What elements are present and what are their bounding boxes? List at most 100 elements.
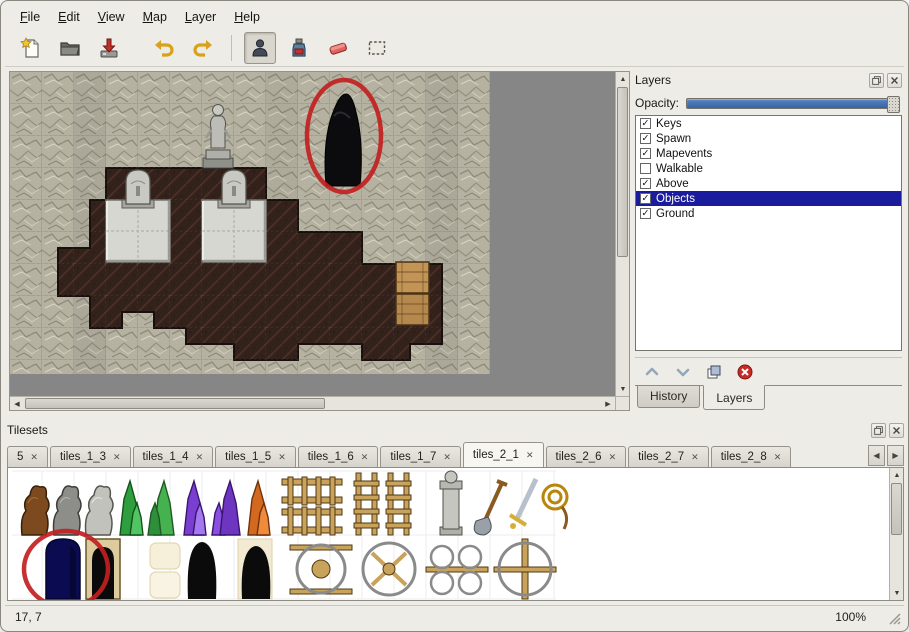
tileset-canvas[interactable] xyxy=(10,469,890,601)
tile-sword xyxy=(510,479,536,529)
layer-row-ground[interactable]: ✓ Ground xyxy=(636,206,901,221)
chevron-up-icon xyxy=(643,363,661,381)
layer-list[interactable]: ✓ Keys✓Spawn✓Mapevents Walkable✓Above✓Obje… xyxy=(635,115,902,351)
menu-item-layer[interactable]: Layer xyxy=(176,7,225,27)
tab-close-icon[interactable]: ✕ xyxy=(691,452,699,463)
fill-tool-button[interactable] xyxy=(283,32,315,64)
layer-actions xyxy=(635,357,902,385)
tab-close-icon[interactable]: ✕ xyxy=(526,450,534,461)
close-tilesets-button[interactable] xyxy=(889,423,904,438)
tab-close-icon[interactable]: ✕ xyxy=(278,452,286,463)
tile-track-wheel-a xyxy=(290,545,352,594)
tileset-tab-tiles_2_6[interactable]: tiles_2_6✕ xyxy=(546,446,627,467)
tileset-tab-tiles_1_6[interactable]: tiles_1_6✕ xyxy=(298,446,379,467)
tab-history[interactable]: History xyxy=(637,386,700,408)
layer-label: Keys xyxy=(656,118,682,130)
tileset-tab-tiles_2_8[interactable]: tiles_2_8✕ xyxy=(711,446,792,467)
map-canvas[interactable] xyxy=(10,72,490,374)
menu-item-edit[interactable]: Edit xyxy=(49,7,89,27)
h-scrollbar-thumb[interactable] xyxy=(25,398,325,409)
layer-label: Ground xyxy=(656,208,694,220)
menu-item-map[interactable]: Map xyxy=(134,7,176,27)
redo-icon xyxy=(191,36,215,60)
tab-close-icon[interactable]: ✕ xyxy=(609,452,617,463)
layer-checkbox[interactable]: ✓ xyxy=(640,133,651,144)
layer-row-keys[interactable]: ✓ Keys xyxy=(636,116,901,131)
move-layer-down-button[interactable] xyxy=(670,360,696,384)
entity-tool-button[interactable] xyxy=(244,32,276,64)
tileset-tab-tiles_1_7[interactable]: tiles_1_7✕ xyxy=(380,446,461,467)
ink-bottle-icon xyxy=(287,36,311,60)
save-map-button[interactable] xyxy=(93,32,125,64)
select-tool-button[interactable] xyxy=(361,32,393,64)
layer-row-mapevents[interactable]: ✓Mapevents xyxy=(636,146,901,161)
delete-layer-button[interactable] xyxy=(732,360,758,384)
open-map-button[interactable] xyxy=(54,32,86,64)
opacity-slider[interactable] xyxy=(686,98,900,109)
undo-icon xyxy=(152,36,176,60)
eraser-icon xyxy=(326,36,350,60)
tileset-tab-tiles_2_7[interactable]: tiles_2_7 ✕ xyxy=(628,446,709,467)
layer-checkbox[interactable]: ✓ xyxy=(640,193,651,204)
scroll-right-arrow[interactable]: ▶ xyxy=(601,397,615,411)
tab-label: tiles_2_7 xyxy=(638,451,684,463)
layer-label: Walkable xyxy=(656,163,703,175)
scroll-up-arrow[interactable]: ▲ xyxy=(616,72,630,86)
redo-button[interactable] xyxy=(187,32,219,64)
tile-shovel xyxy=(474,481,507,535)
tileset-content[interactable]: ▲ ▼ xyxy=(7,467,904,601)
tab-close-icon[interactable]: ✕ xyxy=(774,452,782,463)
map-viewport[interactable]: ◀ ▶ ▲ ▼ xyxy=(9,71,630,411)
scroll-down-arrow[interactable]: ▼ xyxy=(616,382,630,396)
tab-close-icon[interactable]: ✕ xyxy=(361,452,369,463)
layer-checkbox[interactable]: ✓ xyxy=(640,118,651,129)
tab-close-icon[interactable]: ✕ xyxy=(196,452,204,463)
tile-brown-rock xyxy=(22,486,50,535)
tileset-tab-tiles_1_5[interactable]: tiles_1_5✕ xyxy=(215,446,296,467)
layer-checkbox[interactable]: ✓ xyxy=(640,178,651,189)
tab-close-icon[interactable]: ✕ xyxy=(113,452,121,463)
menu-item-view[interactable]: View xyxy=(89,7,134,27)
layer-row-above[interactable]: ✓Above xyxy=(636,176,901,191)
eraser-tool-button[interactable] xyxy=(322,32,354,64)
detach-panel-button[interactable] xyxy=(869,73,884,88)
tab-close-icon[interactable]: ✕ xyxy=(30,452,38,463)
undo-button[interactable] xyxy=(148,32,180,64)
tab-scroll-left-button[interactable]: ◀ xyxy=(868,445,885,466)
tileset-scrollbar[interactable]: ▲ ▼ xyxy=(889,468,903,600)
layer-row-walkable[interactable]: Walkable xyxy=(636,161,901,176)
tile-white-rock xyxy=(86,486,114,535)
v-scrollbar-thumb[interactable] xyxy=(617,87,628,257)
duplicate-layer-button[interactable] xyxy=(701,360,727,384)
map-v-scrollbar[interactable]: ▲ ▼ xyxy=(615,72,629,396)
tab-scroll-right-button[interactable]: ▶ xyxy=(887,445,904,466)
selection-rectangle-icon xyxy=(365,36,389,60)
new-map-button[interactable] xyxy=(15,32,47,64)
layer-row-spawn[interactable]: ✓Spawn xyxy=(636,131,901,146)
tab-label: 5 xyxy=(17,451,23,463)
scroll-up-arrow[interactable]: ▲ xyxy=(890,468,904,482)
layer-checkbox[interactable]: ✓ xyxy=(640,148,651,159)
tileset-scrollbar-thumb[interactable] xyxy=(891,483,902,535)
layer-row-objects[interactable]: ✓Objects xyxy=(636,191,901,206)
tile-cave-entrance-light xyxy=(238,539,272,599)
menu-item-file[interactable]: File xyxy=(11,7,49,27)
move-layer-up-button[interactable] xyxy=(639,360,665,384)
menu-item-help[interactable]: Help xyxy=(225,7,269,27)
delete-icon xyxy=(736,363,754,381)
scroll-left-arrow[interactable]: ◀ xyxy=(10,397,24,411)
tileset-tab-tiles_1_4[interactable]: tiles_1_4✕ xyxy=(133,446,214,467)
tab-close-icon[interactable]: ✕ xyxy=(443,452,451,463)
scroll-down-arrow[interactable]: ▼ xyxy=(890,586,904,600)
tileset-tab-tiles_1_3[interactable]: tiles_1_3✕ xyxy=(50,446,131,467)
tab-layers[interactable]: Layers xyxy=(703,385,765,410)
detach-tilesets-button[interactable] xyxy=(871,423,886,438)
map-h-scrollbar[interactable]: ◀ ▶ xyxy=(10,396,615,410)
opacity-slider-handle[interactable] xyxy=(887,96,900,113)
tileset-tab-tiles_2_1[interactable]: tiles_2_1✕ xyxy=(463,442,544,467)
resize-grip[interactable] xyxy=(887,611,901,625)
tileset-tab-5[interactable]: 5✕ xyxy=(7,446,48,467)
close-panel-button[interactable] xyxy=(887,73,902,88)
layer-checkbox[interactable]: ✓ xyxy=(640,208,651,219)
layer-checkbox[interactable] xyxy=(640,163,651,174)
